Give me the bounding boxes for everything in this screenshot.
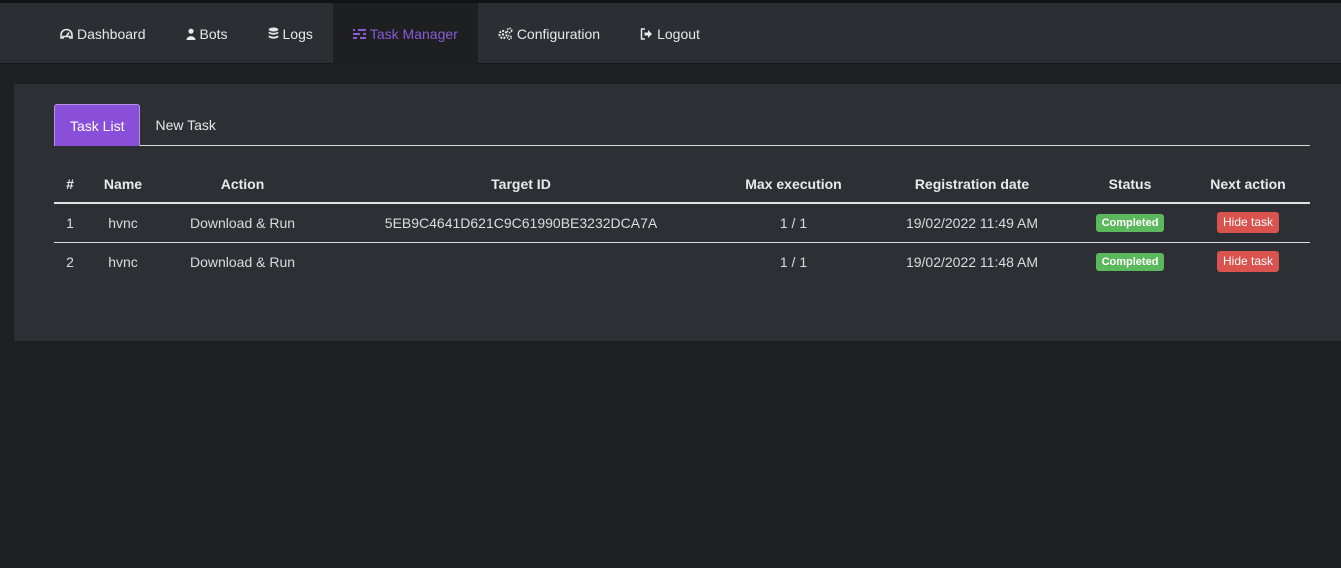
tasks-icon xyxy=(352,28,366,40)
task-tabs: Task List New Task xyxy=(54,104,1310,146)
user-icon xyxy=(186,28,196,40)
nav-label-bots: Bots xyxy=(199,25,228,42)
cogs-icon xyxy=(498,27,513,40)
column-header-registration-date: Registration date xyxy=(870,166,1074,204)
nav-item-logs[interactable]: Logs xyxy=(248,3,333,64)
table-row: 2 hvnc Download & Run 1 / 1 19/02/2022 1… xyxy=(54,242,1310,281)
cell-name: hvnc xyxy=(86,203,160,243)
cell-id: 2 xyxy=(66,253,74,270)
table-row: 1 hvnc Download & Run 5EB9C4641D621C9C61… xyxy=(54,203,1310,243)
cell-max-execution: 1 / 1 xyxy=(717,203,870,243)
status-badge: Completed xyxy=(1095,214,1165,233)
task-table: # Name Action Target ID Max execution Re… xyxy=(54,166,1310,281)
cell-max-execution: 1 / 1 xyxy=(779,253,808,270)
column-header-name: Name xyxy=(86,166,160,204)
cell-target-id: 5EB9C4641D621C9C61990BE3232DCA7A xyxy=(325,203,717,243)
column-header-status: Status xyxy=(1074,166,1186,204)
tab-new-task[interactable]: New Task xyxy=(140,104,230,146)
nav-label-logs: Logs xyxy=(282,25,313,42)
nav-label-task-manager: Task Manager xyxy=(369,25,458,42)
nav-item-logout[interactable]: Logout xyxy=(620,3,720,64)
nav-label-configuration: Configuration xyxy=(516,25,601,42)
cell-registration-date: 19/02/2022 11:48 AM xyxy=(905,253,1039,270)
hide-task-button[interactable]: Hide task xyxy=(1216,212,1280,234)
table-header-row: # Name Action Target ID Max execution Re… xyxy=(54,166,1310,204)
cell-action: Download & Run xyxy=(189,253,296,270)
cell-name: hvnc xyxy=(108,253,138,270)
cell-next-action: Hide task xyxy=(1186,242,1310,281)
top-navbar: Dashboard Bots Logs Task Manager Configu… xyxy=(0,0,1341,64)
tab-task-list[interactable]: Task List xyxy=(54,104,141,146)
hide-task-button[interactable]: Hide task xyxy=(1216,251,1280,273)
status-badge: Completed xyxy=(1095,253,1165,272)
cell-action: Download & Run xyxy=(160,203,325,243)
column-header-target-id: Target ID xyxy=(325,166,717,204)
column-header-action: Action xyxy=(160,166,325,204)
dashboard-icon xyxy=(60,28,73,40)
nav-label-dashboard: Dashboard xyxy=(77,25,146,42)
cell-next-action: Hide task xyxy=(1186,203,1310,243)
nav-label-logout: Logout xyxy=(657,25,700,42)
nav-item-dashboard[interactable]: Dashboard xyxy=(40,3,166,64)
nav-item-configuration[interactable]: Configuration xyxy=(478,3,620,64)
nav-list: Dashboard Bots Logs Task Manager Configu… xyxy=(40,3,720,64)
cell-id: 1 xyxy=(54,203,86,243)
column-header-max-execution: Max execution xyxy=(717,166,870,204)
cell-status: Completed xyxy=(1074,203,1186,243)
nav-item-task-manager[interactable]: Task Manager xyxy=(332,3,478,64)
column-header-id: # xyxy=(54,166,86,204)
sign-out-icon xyxy=(640,27,653,40)
cell-registration-date: 19/02/2022 11:49 AM xyxy=(870,203,1074,243)
database-icon xyxy=(268,27,279,40)
task-panel: Task List New Task # Name Action Target … xyxy=(14,84,1341,341)
column-header-next-action: Next action xyxy=(1186,166,1310,204)
cell-target-id xyxy=(325,242,717,281)
nav-item-bots[interactable]: Bots xyxy=(166,3,248,64)
cell-status: Completed xyxy=(1074,242,1186,281)
